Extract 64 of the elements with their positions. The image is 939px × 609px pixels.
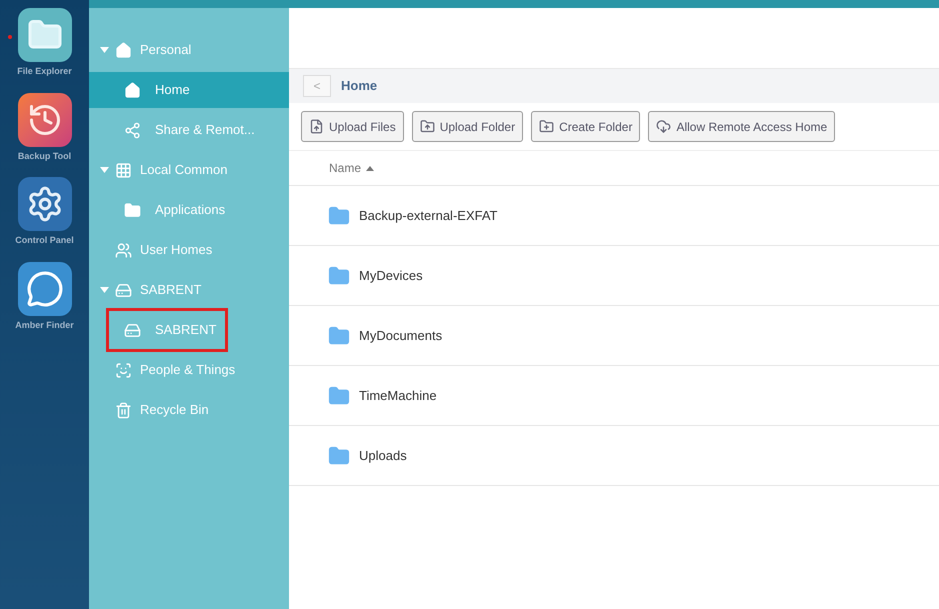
column-header[interactable]: Name bbox=[329, 159, 374, 177]
app-name: Amber Finder bbox=[15, 318, 74, 332]
tree-item-label: Local Common bbox=[140, 161, 228, 180]
app-name: Control Panel bbox=[15, 234, 74, 247]
trash-icon bbox=[115, 402, 132, 418]
back-button[interactable]: < bbox=[303, 75, 331, 97]
folder-app-icon[interactable] bbox=[18, 8, 72, 62]
tree-item-label: Applications bbox=[155, 201, 226, 220]
face-scan-icon bbox=[115, 362, 132, 378]
tree-item-label: Personal bbox=[140, 41, 192, 60]
tree-item[interactable]: User Homes bbox=[89, 232, 289, 268]
folder-upload-icon bbox=[420, 119, 435, 134]
tree-item[interactable]: Share & Remot... bbox=[89, 112, 289, 148]
file-name: Backup-external-EXFAT bbox=[359, 206, 498, 225]
tree-item[interactable]: SABRENT bbox=[89, 312, 289, 348]
tree-item[interactable]: Recycle Bin bbox=[89, 392, 289, 428]
share-icon bbox=[124, 122, 141, 138]
home-icon bbox=[124, 82, 141, 98]
cloud-download-icon bbox=[656, 119, 672, 134]
file-name: MyDocuments bbox=[359, 326, 442, 345]
file-name: MyDevices bbox=[359, 266, 423, 285]
toolbar-button[interactable]: Upload Files bbox=[301, 111, 404, 142]
gear-app-icon[interactable] bbox=[18, 177, 72, 231]
app-name: File Explorer bbox=[17, 65, 72, 78]
tree-item-label: SABRENT bbox=[155, 321, 216, 340]
folder-icon bbox=[328, 324, 350, 346]
grid-icon bbox=[115, 162, 132, 178]
tree-item-label: Home bbox=[155, 81, 190, 100]
drive-icon bbox=[124, 322, 141, 338]
app-name: Backup Tool bbox=[18, 150, 72, 163]
tree-item-label: User Homes bbox=[140, 241, 212, 260]
file-row[interactable]: TimeMachine bbox=[289, 366, 939, 426]
chat-app-icon[interactable] bbox=[18, 262, 72, 316]
tree-item[interactable]: SABRENT bbox=[89, 272, 289, 308]
file-row[interactable]: Backup-external-EXFAT bbox=[289, 186, 939, 246]
tree-item[interactable]: Local Common bbox=[89, 152, 289, 188]
toolbar-button[interactable]: Allow Remote Access Home bbox=[648, 111, 836, 142]
file-upload-icon bbox=[309, 119, 324, 134]
file-row[interactable]: Uploads bbox=[289, 426, 939, 486]
folder-icon bbox=[124, 202, 141, 218]
breadcrumb-current: Home bbox=[341, 77, 378, 96]
tree-item[interactable]: Home bbox=[89, 72, 289, 108]
tree-item[interactable]: People & Things bbox=[89, 352, 289, 388]
folder-icon bbox=[328, 444, 350, 466]
file-name: Uploads bbox=[359, 446, 407, 465]
home-icon bbox=[115, 42, 132, 58]
users-icon bbox=[115, 242, 132, 258]
tree-item-label: SABRENT bbox=[140, 281, 202, 300]
folder-icon bbox=[328, 204, 350, 226]
file-row[interactable]: MyDevices bbox=[289, 246, 939, 306]
tree-item-label: Share & Remot... bbox=[155, 121, 255, 140]
toolbar-button[interactable]: Create Folder bbox=[531, 111, 640, 142]
clock-app-icon[interactable] bbox=[18, 92, 72, 146]
toolbar-button[interactable]: Upload Folder bbox=[412, 111, 524, 142]
tree-item-label: People & Things bbox=[140, 361, 236, 380]
tree-item-label: Recycle Bin bbox=[140, 401, 209, 420]
file-row[interactable]: MyDocuments bbox=[289, 306, 939, 366]
tree-item[interactable]: Applications bbox=[89, 192, 289, 228]
folder-icon bbox=[328, 264, 350, 286]
folder-icon bbox=[328, 384, 350, 406]
file-name: TimeMachine bbox=[359, 386, 437, 405]
folder-plus-icon bbox=[539, 119, 554, 134]
tree-item[interactable]: Personal bbox=[89, 32, 289, 68]
drive-icon bbox=[115, 282, 132, 298]
